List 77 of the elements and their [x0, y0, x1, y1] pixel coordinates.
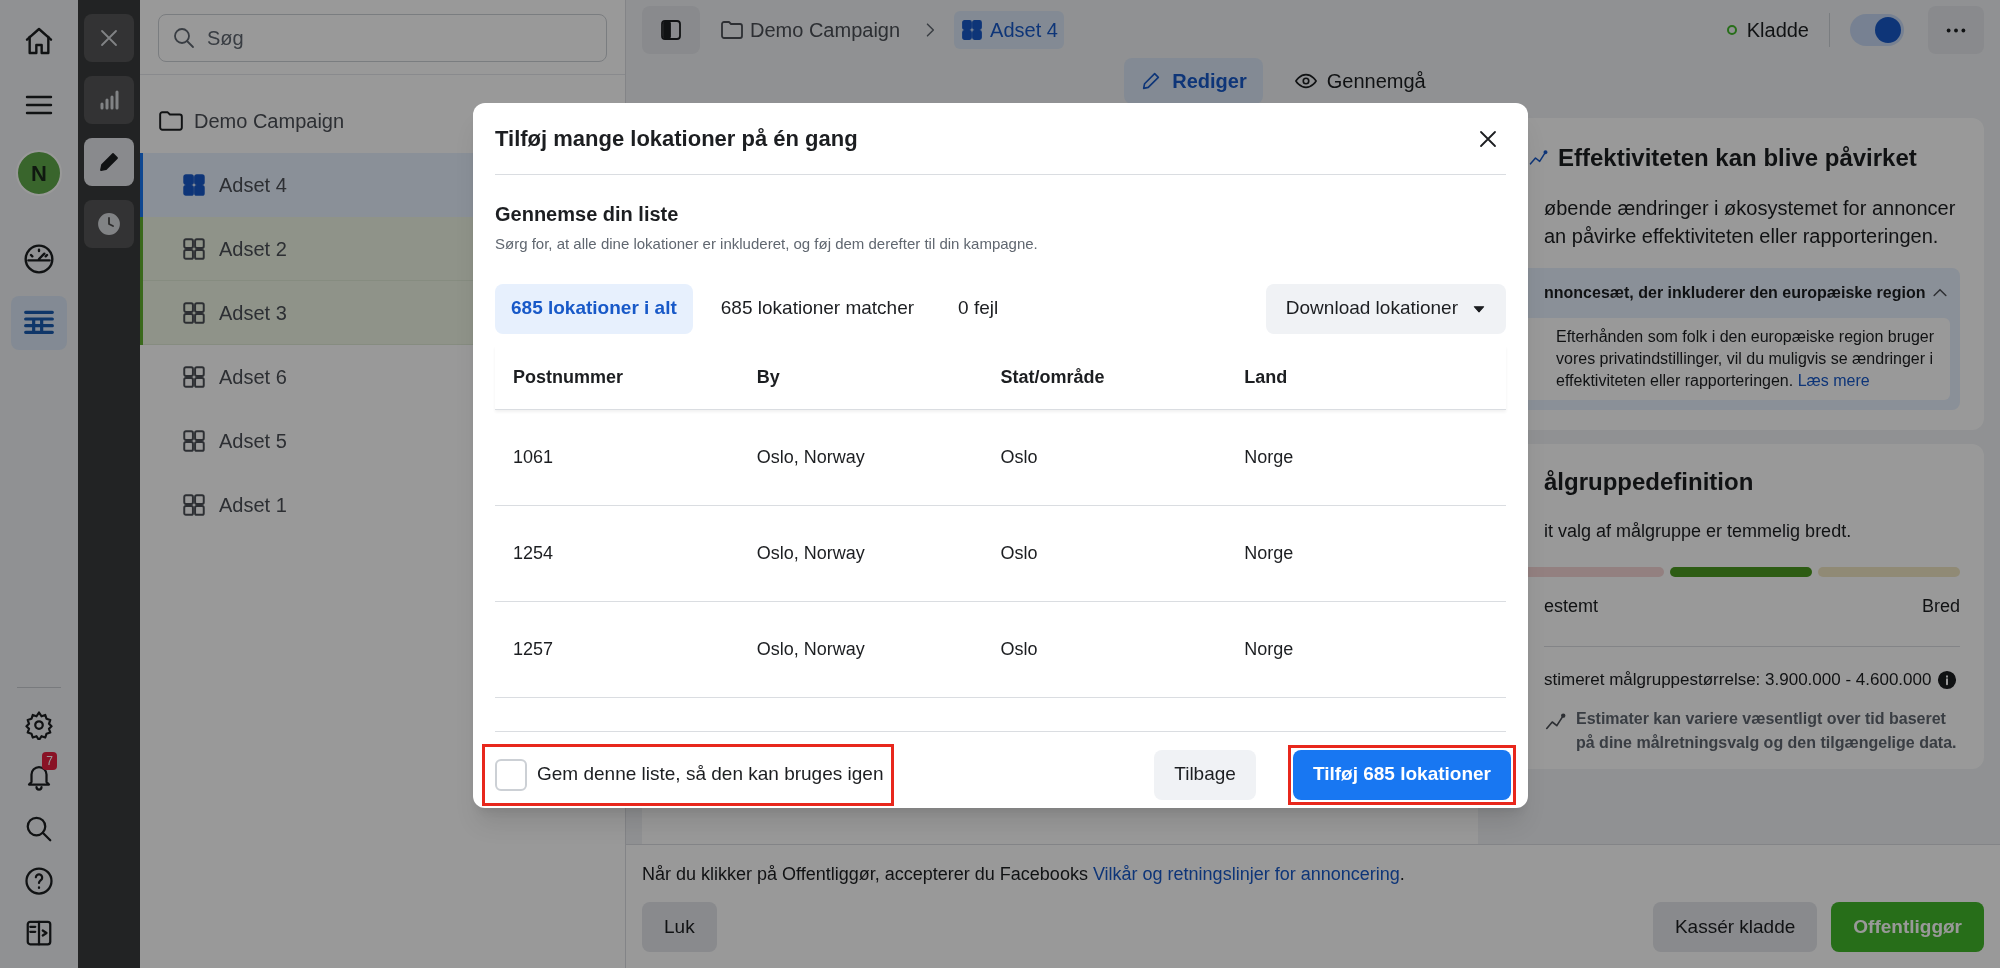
note-text: Estimater kan variere væsentligt over tid baseret på dine målretningsvalg og den tilgængelige data. [1576, 708, 1958, 753]
folder-icon [158, 108, 184, 134]
settings-icon [24, 710, 54, 740]
table-cell-text: Norge [1244, 637, 1295, 661]
terms-text: Når du klikker på Offentliggør, accepterer du Facebooks Vilkår og retningslinjer for annoncering. [642, 863, 1406, 886]
breadcrumb-link[interactable]: Demo Campaign [750, 15, 901, 45]
column-header: By [756, 365, 781, 389]
card-text: øbende ændringer i økosystemet for annoncer [1544, 196, 1957, 221]
avatar[interactable]: N [16, 150, 62, 196]
table-cell-text: Oslo [1000, 445, 1039, 469]
column-header: Stat/område [1000, 365, 1106, 389]
table-cell-text: Oslo, Norway [756, 637, 866, 661]
grid-icon [181, 236, 207, 262]
card-text: an påvirke effektiviteten eller rapporteringen. [1544, 224, 1940, 249]
table-cell-text: 1257 [513, 637, 555, 661]
back-button[interactable]: Tilbage [1154, 749, 1256, 800]
discard-draft-button[interactable]: Kassér kladde [1652, 902, 1818, 952]
more-icon [1946, 27, 1966, 33]
gauge-icon [23, 243, 55, 275]
grid-icon [181, 364, 207, 390]
grid-icon [181, 428, 207, 454]
breadcrumb-current[interactable]: Adset 4 [954, 11, 1064, 49]
grid-icon [181, 492, 207, 518]
search-icon [172, 26, 196, 50]
read-more-link[interactable]: Læs mere [1797, 372, 1870, 389]
panel-icon [659, 18, 683, 42]
help-icon [24, 866, 54, 896]
table-cell-text: Norge [1244, 445, 1295, 469]
scale-label: Bred [1921, 595, 1960, 618]
table-cell-text: 1061 [513, 445, 555, 469]
bar-chart-button[interactable] [84, 76, 134, 124]
card-title: Effektiviteten kan blive påvirket [1558, 143, 1917, 173]
download-button[interactable]: Download lokationer [1265, 283, 1506, 334]
status-label: Kladde [1746, 18, 1809, 43]
pencil-icon [97, 150, 121, 174]
grid-icon [181, 300, 207, 326]
close-button[interactable]: Luk [642, 902, 717, 952]
info-icon [1937, 669, 1958, 690]
campaign-item[interactable]: Demo Campaign [194, 106, 345, 136]
panel-icon [24, 918, 54, 948]
trend-icon [1528, 148, 1548, 168]
grid-icon [181, 172, 207, 198]
toggle-switch[interactable] [1850, 14, 1904, 46]
home-icon [23, 25, 55, 57]
table-cell-text: Oslo [1000, 541, 1039, 565]
table-button[interactable] [11, 296, 67, 350]
search-field[interactable]: Søg [158, 14, 607, 62]
clock-icon [97, 212, 121, 236]
table-cell-text: Oslo [1000, 637, 1039, 661]
clock-button[interactable] [84, 200, 134, 248]
table-cell-text: 1254 [513, 541, 555, 565]
table-cell-text: Oslo, Norway [756, 541, 866, 565]
card-title: ålgruppedefinition [1544, 467, 1755, 497]
card-text: it valg af målgruppe er temmelig bredt. [1544, 520, 1853, 543]
checkbox[interactable] [495, 758, 527, 791]
filter-tab[interactable]: 685 lokationer i alt [495, 283, 693, 334]
column-header: Postnummer [513, 365, 625, 389]
checkbox-label: Gem denne liste, så den kan bruges igen [537, 762, 884, 787]
grid-icon [960, 18, 985, 42]
pencil-button[interactable] [84, 138, 134, 186]
estimate-text: stimeret målgruppestørrelse: 3.900.000 - 4.600.000 [1544, 669, 1932, 691]
folder-icon [720, 18, 744, 42]
column-header: Land [1244, 365, 1289, 389]
table-cell-text: Oslo, Norway [756, 445, 866, 469]
terms-link[interactable]: Vilkår og retningslinjer for annoncering [1092, 864, 1400, 884]
tab[interactable]: Gennemgå [1278, 58, 1442, 104]
table-cell-text: Norge [1244, 541, 1295, 565]
sidebar-toggle-button[interactable] [642, 6, 700, 54]
add-locations-button[interactable]: Tilføj 685 lokationer [1292, 749, 1511, 800]
notification-badge: 7 [42, 752, 57, 770]
notice-title: nnoncesæt, der inkluderer den europæiske region [1544, 283, 1926, 303]
scale-label: estemt [1544, 595, 1599, 618]
tab[interactable]: Rediger [1124, 58, 1263, 104]
filter-tab[interactable]: 685 lokationer matcher [704, 283, 931, 334]
search-icon [24, 814, 54, 844]
filter-tab[interactable]: 0 fejl [942, 283, 1015, 334]
dialog-title: Tilføj mange lokationer på én gang [495, 125, 858, 153]
